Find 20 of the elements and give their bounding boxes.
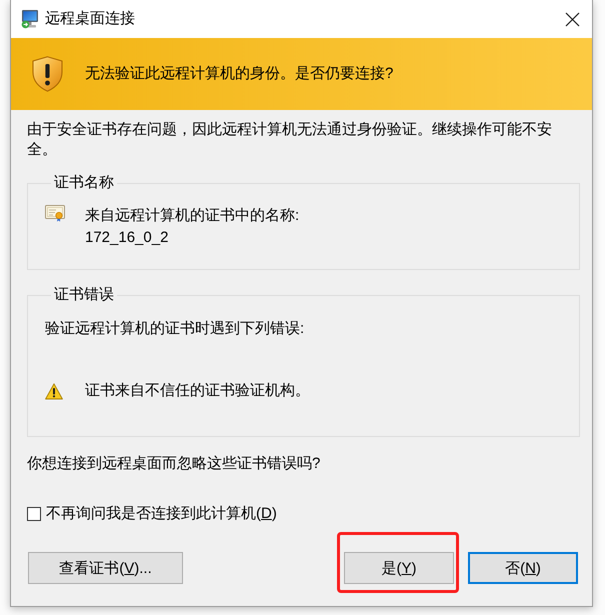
group-heading: 证书错误 [53, 285, 115, 305]
dialog-button[interactable]: 是(Y) [344, 552, 454, 584]
view-certificate-button[interactable]: 查看证书(V)... [28, 552, 183, 584]
monitor-icon [21, 9, 39, 29]
close-icon [564, 12, 580, 26]
shield-warning-icon [32, 56, 63, 92]
banner-message: 无法验证此远程计算机的身份。是否仍要连接? [85, 64, 394, 84]
window-title: 远程桌面连接 [45, 9, 136, 29]
error-message: 证书来自不信任的证书验证机构。 [85, 381, 310, 401]
certificate-name-label: 来自远程计算机的证书中的名称: [85, 206, 300, 226]
group-heading: 证书名称 [53, 173, 115, 193]
certificate-name-value: 172_16_0_2 [85, 228, 170, 248]
description-text: 由于安全证书存在问题，因此远程计算机无法通过身份验证。继续操作可能不安全。 [27, 120, 553, 160]
dialog-button[interactable]: 否(N) [468, 552, 578, 584]
warning-icon [45, 382, 63, 400]
checkbox-label[interactable]: 不再询问我是否连接到此计算机(D) [46, 504, 277, 524]
error-intro-text: 验证远程计算机的证书时遇到下列错误: [45, 319, 306, 339]
certificate-icon [45, 205, 65, 222]
question-text: 你想连接到远程桌面而忽略这些证书错误吗? [27, 454, 322, 474]
checkbox[interactable] [27, 507, 41, 521]
